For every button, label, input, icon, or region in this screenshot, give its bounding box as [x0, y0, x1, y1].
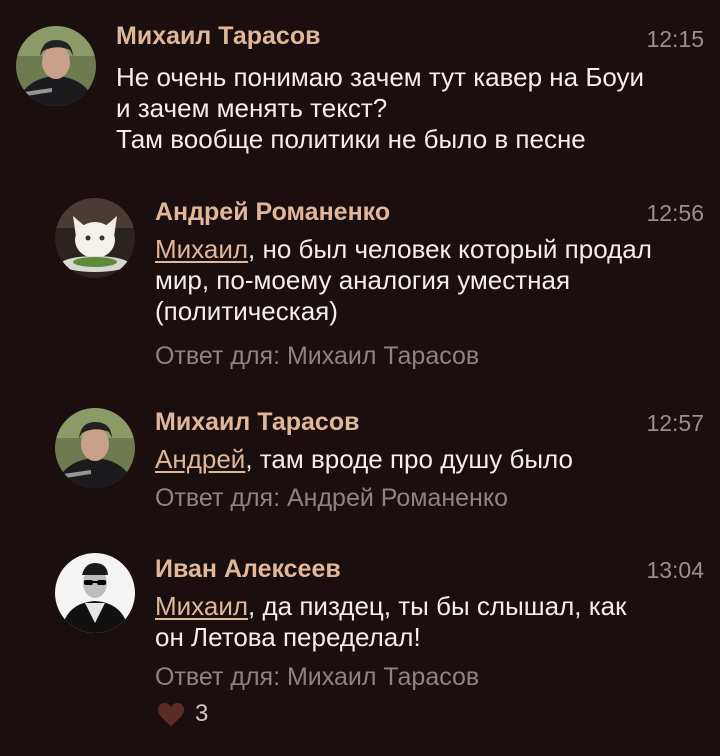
- text-fragment: , там вроде про душу было: [245, 444, 573, 474]
- mention-link[interactable]: Андрей: [155, 444, 245, 474]
- reply-to-link[interactable]: Ответ для: Андрей Романенко: [155, 484, 508, 513]
- text-line: Андрей, там вроде про душу было: [155, 444, 704, 475]
- reply-to-link[interactable]: Ответ для: Михаил Тарасов: [155, 663, 479, 692]
- text-line: Михаил, да пиздец, ты бы слышал, как: [155, 591, 704, 622]
- comments-list: Михаил Тарасов 12:15 Не очень понимаю за…: [0, 0, 720, 756]
- text-line: Не очень понимаю зачем тут кавер на Боуи: [116, 62, 645, 92]
- text-line: он Летова переделал!: [155, 622, 421, 652]
- text-line: (политическая): [155, 296, 338, 326]
- comment: Михаил Тарасов 12:15 Не очень понимаю за…: [0, 0, 720, 180]
- comment-reply: Михаил Тарасов 12:57 Андрей, там вроде п…: [0, 390, 720, 530]
- text-fragment: , да пиздец, ты бы слышал, как: [248, 591, 627, 621]
- comment-text: Не очень понимаю зачем тут кавер на Боуи…: [116, 62, 704, 155]
- reply-to-link[interactable]: Ответ для: Михаил Тарасов: [155, 342, 479, 371]
- like-count: 3: [195, 700, 209, 727]
- white-cat-avatar-icon[interactable]: [55, 198, 135, 278]
- man-hoodie-avatar-icon[interactable]: [55, 408, 135, 488]
- text-fragment: , но был человек который продал: [248, 234, 652, 264]
- comment-text: Андрей, там вроде про душу было: [155, 444, 704, 475]
- mention-link[interactable]: Михаил: [155, 234, 248, 264]
- man-hoodie-avatar-icon[interactable]: [16, 26, 96, 106]
- text-line: и зачем менять текст?: [116, 93, 388, 123]
- comment-time: 12:15: [646, 26, 704, 52]
- text-line: Михаил, но был человек который продал: [155, 234, 704, 265]
- sunglasses-man-avatar-icon[interactable]: [55, 553, 135, 633]
- comment-time: 12:57: [646, 410, 704, 436]
- comment-time: 12:56: [646, 200, 704, 226]
- comment-text: Михаил, но был человек который продал ми…: [155, 234, 704, 327]
- mention-link[interactable]: Михаил: [155, 591, 248, 621]
- text-line: Там вообще политики не было в песне: [116, 124, 586, 154]
- comment-author[interactable]: Андрей Романенко: [155, 198, 390, 227]
- comment-reply: Андрей Романенко 12:56 Михаил, но был че…: [0, 180, 720, 380]
- like-button[interactable]: 3: [157, 700, 208, 728]
- comment-time: 13:04: [646, 557, 704, 583]
- text-line: мир, по-моему аналогия уместная: [155, 265, 571, 295]
- comment-author[interactable]: Михаил Тарасов: [155, 408, 359, 437]
- heart-icon: [157, 702, 185, 727]
- comment-author[interactable]: Иван Алексеев: [155, 555, 341, 584]
- comment-author[interactable]: Михаил Тарасов: [116, 22, 320, 51]
- comment-reply: Иван Алексеев 13:04 Михаил, да пиздец, т…: [0, 545, 720, 756]
- comment-text: Михаил, да пиздец, ты бы слышал, как он …: [155, 591, 704, 653]
